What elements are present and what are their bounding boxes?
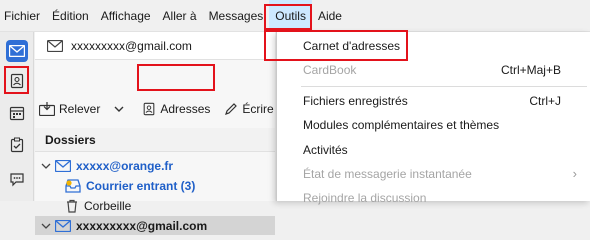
mail-account-icon (55, 219, 71, 232)
chevron-right-icon: › (572, 166, 577, 181)
menu-messages[interactable]: Messages (203, 0, 270, 32)
menu-item-activities[interactable]: Activités (277, 140, 590, 162)
menu-view[interactable]: Affichage (95, 0, 157, 32)
get-mail-button[interactable]: Relever (35, 96, 104, 122)
address-book-label: Adresses (160, 102, 211, 116)
write-button[interactable]: Écrire (220, 96, 277, 122)
chevron-down-icon (41, 223, 51, 229)
menu-item-address-book[interactable]: Carnet d'adresses (277, 36, 590, 58)
folder-tree-account-gmail[interactable]: xxxxxxxxx@gmail.com (35, 216, 275, 235)
trash-icon (67, 199, 77, 213)
activities-menu-label: Activités (303, 143, 348, 157)
tasks-space-button[interactable] (6, 134, 28, 156)
address-book-button[interactable]: Adresses (138, 96, 214, 122)
im-status-menu-label: État de messagerie instantanée (303, 167, 472, 181)
menu-separator (301, 86, 587, 87)
cardbook-menu-label: CardBook (303, 63, 357, 77)
menu-tools[interactable]: Outils (269, 0, 312, 32)
get-mail-dropdown[interactable] (112, 96, 126, 122)
inbox-label: Courrier entrant (3) (86, 178, 196, 193)
cardbook-shortcut: Ctrl+Maj+B (500, 63, 561, 77)
join-chat-menu-label: Rejoindre la discussion (303, 191, 427, 205)
folder-pane: xxxxxxxxx@gmail.com Relever Adresses Écr… (35, 32, 275, 235)
chat-space-button[interactable] (6, 168, 28, 190)
calendar-space-button[interactable] (6, 102, 28, 124)
inbox-icon (65, 178, 81, 193)
folder-inbox[interactable]: Courrier entrant (3) (35, 176, 275, 195)
mail-icon (9, 45, 25, 57)
account-address: xxxxxxxxx@gmail.com (71, 38, 192, 53)
menu-go[interactable]: Aller à (157, 0, 203, 32)
folder-tree-account-orange[interactable]: xxxxx@orange.fr (35, 156, 275, 175)
address-book-space-button[interactable] (6, 70, 28, 92)
address-book-menu-label: Carnet d'adresses (303, 39, 401, 53)
menu-bar: Fichier Édition Affichage Aller à Messag… (0, 0, 590, 32)
get-mail-icon (39, 102, 55, 116)
saved-files-menu-label: Fichiers enregistrés (303, 94, 408, 108)
spaces-toolbar (0, 32, 34, 201)
menu-item-addons[interactable]: Modules complémentaires et thèmes (277, 115, 590, 137)
menu-item-join-chat[interactable]: Rejoindre la discussion (277, 188, 590, 210)
chat-icon (10, 173, 24, 187)
chevron-down-icon (114, 106, 124, 112)
saved-files-shortcut: Ctrl+J (529, 94, 561, 108)
mail-toolbar: Relever Adresses Écrire (35, 94, 275, 124)
menu-item-cardbook[interactable]: CardBook Ctrl+Maj+B (277, 60, 590, 82)
menu-edit[interactable]: Édition (46, 0, 95, 32)
tools-menu: Carnet d'adresses CardBook Ctrl+Maj+B Fi… (276, 32, 590, 205)
pencil-icon (225, 103, 238, 115)
account-tab[interactable]: xxxxxxxxx@gmail.com (35, 32, 275, 60)
address-book-icon (10, 73, 24, 89)
trash-label: Corbeille (84, 198, 132, 213)
chevron-down-icon (41, 163, 51, 169)
folder-trash[interactable]: Corbeille (35, 196, 275, 215)
mail-account-icon (47, 39, 63, 52)
write-label: Écrire (242, 102, 274, 116)
menu-file[interactable]: Fichier (0, 0, 46, 32)
mail-account-icon (55, 159, 71, 172)
mail-space-button[interactable] (6, 40, 28, 62)
menu-item-saved-files[interactable]: Fichiers enregistrés Ctrl+J (277, 91, 590, 113)
calendar-icon (9, 106, 25, 121)
address-book-icon (144, 102, 155, 116)
tasks-icon (10, 137, 24, 153)
addons-menu-label: Modules complémentaires et thèmes (303, 118, 500, 132)
orange-account-address: xxxxx@orange.fr (76, 158, 174, 173)
get-mail-label: Relever (59, 102, 101, 116)
gmail-account-address: xxxxxxxxx@gmail.com (76, 218, 208, 233)
menu-help[interactable]: Aide (312, 0, 348, 32)
menu-item-im-status[interactable]: État de messagerie instantanée › (277, 164, 590, 186)
folders-header: Dossiers (35, 128, 275, 152)
